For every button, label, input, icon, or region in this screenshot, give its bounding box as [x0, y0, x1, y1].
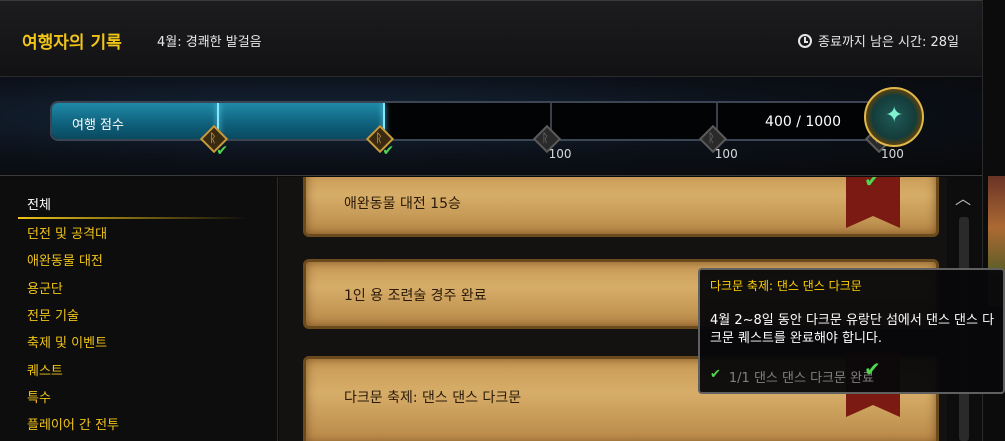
milestone-marker[interactable]: ᚱ ✔ — [366, 124, 395, 159]
check-icon: ✔ — [864, 357, 881, 381]
sidebar-item-dungeons-raids[interactable]: 던전 및 공격대 — [27, 223, 107, 242]
header: 여행자의 기록 4월: 경쾌한 발걸음 종료까지 남은 시간: 28일 — [0, 0, 1005, 76]
sidebar-item-dragonflight[interactable]: 용군단 — [27, 278, 63, 297]
tooltip-title: 다크문 축제: 댄스 댄스 다크문 — [710, 279, 862, 293]
check-icon: ✔ — [710, 367, 721, 382]
milestone-reward: 100 — [548, 147, 572, 161]
sidebar-item-professions[interactable]: 전문 기술 — [27, 305, 79, 324]
sidebar-item-pvp[interactable]: 플레이어 간 전투 — [27, 414, 119, 433]
final-reward-emblem-icon[interactable]: ✦ — [864, 87, 924, 147]
activity-label: 애완동물 대전 15승 — [344, 196, 461, 212]
milestone-reward: 100 — [714, 147, 738, 161]
category-sidebar: 전체 던전 및 공격대 애완동물 대전 용군단 전문 기술 축제 및 이벤트 퀘… — [0, 177, 278, 441]
check-icon: ✔ — [382, 143, 395, 159]
activity-tooltip: 다크문 축제: 댄스 댄스 다크문 4월 2~8일 동안 다크문 유랑단 섬에서… — [698, 268, 1005, 394]
check-icon: ✔ — [864, 177, 881, 192]
progress-area: 여행 점수 400 / 1000 ᚱ ✔ ᚱ ✔ ᚱ 100 ᚱ 100 ᚱ 1… — [0, 76, 1005, 176]
progress-label: 여행 점수 — [72, 118, 124, 133]
active-underline — [18, 217, 248, 219]
activity-label: 다크문 축제: 댄스 댄스 다크문 — [344, 390, 522, 406]
sidebar-item-events[interactable]: 축제 및 이벤트 — [27, 332, 107, 351]
tooltip-criteria: ✔ 1/1 댄스 댄스 다크문 완료 — [710, 367, 874, 386]
sidebar-item-quests[interactable]: 퀘스트 — [27, 360, 63, 379]
milestone-marker[interactable]: ᚱ 100 — [532, 124, 572, 161]
sidebar-item-pet-battles[interactable]: 애완동물 대전 — [27, 250, 103, 269]
clock-icon — [798, 33, 813, 48]
tooltip-description: 4월 2~8일 동안 다크문 유랑단 섬에서 댄스 댄스 다크문 퀘스트를 완료… — [710, 313, 995, 346]
check-icon: ✔ — [216, 143, 228, 159]
activity-card[interactable]: 애완동물 대전 15승 ✔ — [303, 177, 939, 237]
completed-ribbon: ✔ — [846, 177, 900, 228]
activity-label: 1인 용 조련술 경주 완료 — [344, 288, 487, 304]
scroll-up-icon[interactable]: ︿ — [955, 185, 971, 209]
milestone-marker[interactable]: ᚱ 100 — [698, 124, 738, 161]
tooltip-criteria-label: 1/1 댄스 댄스 다크문 완료 — [728, 371, 874, 386]
progress-bar: 여행 점수 400 / 1000 — [50, 101, 885, 141]
sidebar-item-special[interactable]: 특수 — [27, 387, 51, 406]
milestone-marker[interactable]: ᚱ ✔ — [200, 124, 229, 159]
time-remaining-label: 종료까지 남은 시간: 28일 — [818, 35, 959, 50]
time-remaining: 종료까지 남은 시간: 28일 — [798, 31, 959, 50]
sidebar-item-all[interactable]: 전체 — [27, 194, 51, 213]
window-title: 여행자의 기록 — [22, 33, 122, 53]
month-subtitle: 4월: 경쾌한 발걸음 — [157, 35, 262, 50]
milestone-reward: 100 — [881, 147, 904, 161]
progress-value: 400 / 1000 — [765, 114, 841, 130]
